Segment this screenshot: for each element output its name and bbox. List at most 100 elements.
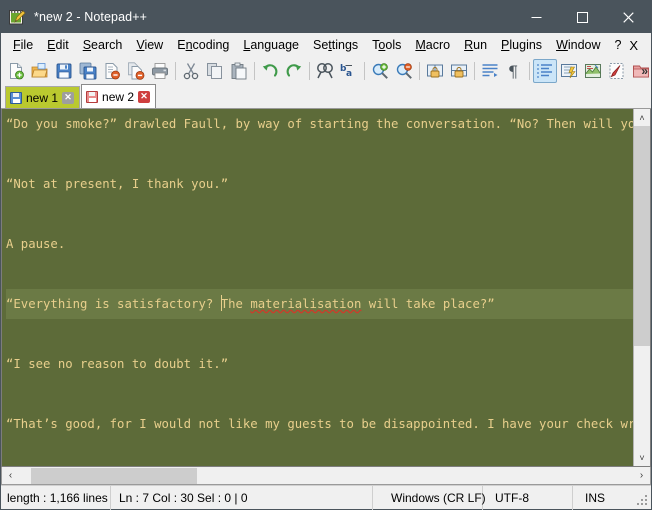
status-bar: length : 1,166 lines Ln : 7 Col : 30 Sel… — [1, 485, 651, 510]
editor-line[interactable] — [6, 319, 633, 349]
tab-bar: new 1 ✕ new 2 ✕ — [1, 84, 651, 109]
toolbar-separator — [254, 61, 255, 80]
tab-close-icon[interactable]: ✕ — [62, 91, 75, 104]
sync-vertical-scroll-icon[interactable] — [423, 59, 447, 83]
editor-text: A pause. — [6, 237, 66, 251]
close-document-icon[interactable] — [100, 59, 124, 83]
status-line-ending[interactable]: Windows (CR LF) — [373, 485, 486, 510]
resize-grip-icon[interactable] — [637, 495, 649, 507]
tab-new-1[interactable]: new 1 ✕ — [5, 86, 81, 108]
tab-close-icon[interactable]: ✕ — [138, 90, 151, 103]
find-icon[interactable] — [313, 59, 337, 83]
editor-line[interactable] — [6, 379, 633, 409]
tab-label: new 1 — [26, 90, 59, 105]
redo-icon[interactable] — [282, 59, 306, 83]
new-file-icon[interactable] — [4, 59, 28, 83]
menu-encoding[interactable]: Encoding — [170, 35, 236, 56]
toolbar-separator — [529, 61, 530, 80]
vertical-scroll-track[interactable] — [634, 126, 650, 449]
text-editor[interactable]: “Do you smoke?” drawled Faull, by way of… — [2, 109, 633, 466]
sync-horizontal-scroll-icon[interactable] — [447, 59, 471, 83]
editor-line[interactable]: “Not at present, I thank you.” — [6, 169, 633, 199]
undo-icon[interactable] — [258, 59, 282, 83]
open-file-icon[interactable] — [28, 59, 52, 83]
replace-icon[interactable]: b a — [337, 59, 361, 83]
menu-edit[interactable]: Edit — [40, 35, 76, 56]
title-bar: *new 2 - Notepad++ — [1, 1, 651, 33]
editor-text: The — [220, 297, 251, 311]
toolbar: b a ¶ » — [1, 57, 651, 84]
editor-line[interactable]: “Everything is satisfactory? The materia… — [6, 289, 633, 319]
word-wrap-icon[interactable] — [478, 59, 502, 83]
scroll-down-arrow-icon[interactable]: ˅ — [634, 449, 650, 466]
vertical-scroll-thumb[interactable] — [634, 126, 650, 346]
editor-text: “Do you smoke?” drawled Faull, by way of… — [6, 117, 633, 131]
save-icon[interactable] — [52, 59, 76, 83]
horizontal-scroll-thumb[interactable] — [31, 467, 198, 484]
menu-language[interactable]: Language — [236, 35, 306, 56]
function-list-icon[interactable] — [605, 59, 629, 83]
scroll-left-arrow-icon[interactable]: ‹ — [2, 468, 19, 484]
toolbar-separator — [474, 61, 475, 80]
editor-text: will take place?” — [361, 297, 495, 311]
paste-icon[interactable] — [227, 59, 251, 83]
scroll-up-arrow-icon[interactable]: ˄ — [634, 109, 650, 126]
horizontal-scrollbar[interactable]: ‹ › — [1, 467, 651, 485]
toolbar-separator — [175, 61, 176, 80]
menu-file[interactable]: File — [6, 35, 40, 56]
editor-text: “Everything is satisfactory? — [6, 297, 221, 311]
document-map-icon[interactable] — [581, 59, 605, 83]
menu-bar: File Edit Search View Encoding Language … — [1, 33, 651, 57]
minimize-button[interactable] — [513, 1, 559, 33]
toolbar-separator — [419, 61, 420, 80]
menu-settings[interactable]: Settings — [306, 35, 365, 56]
horizontal-scroll-track[interactable] — [19, 467, 633, 484]
zoom-in-icon[interactable] — [368, 59, 392, 83]
editor-line[interactable] — [6, 199, 633, 229]
status-encoding[interactable]: UTF-8 — [483, 485, 573, 510]
editor-line[interactable] — [6, 139, 633, 169]
tab-label: new 2 — [102, 89, 135, 104]
ui-highlight-icon[interactable] — [557, 59, 581, 83]
editor-area: “Do you smoke?” drawled Faull, by way of… — [1, 109, 651, 467]
close-button[interactable] — [605, 1, 651, 33]
menu-tools[interactable]: Tools — [365, 35, 408, 56]
editor-line[interactable]: “I see no reason to doubt it.” — [6, 349, 633, 379]
misspelled-word: materialisation — [250, 297, 362, 311]
menu-macro[interactable]: Macro — [408, 35, 457, 56]
editor-line[interactable]: “Do you smoke?” drawled Faull, by way of… — [6, 109, 633, 139]
notepad-plus-plus-window: *new 2 - Notepad++ File Edit Search View… — [0, 0, 652, 510]
print-icon[interactable] — [148, 59, 172, 83]
menu-plugins[interactable]: Plugins — [494, 35, 549, 56]
save-state-icon — [10, 91, 22, 104]
close-document-x-button[interactable]: X — [624, 36, 643, 55]
editor-text: “That’s good, for I would not like my gu… — [6, 417, 633, 431]
editor-line[interactable]: “That’s good, for I would not like my gu… — [6, 409, 633, 439]
save-state-icon — [86, 90, 99, 103]
show-all-characters-icon[interactable]: ¶ — [502, 59, 526, 83]
editor-line[interactable] — [6, 259, 633, 289]
indent-guide-icon[interactable] — [533, 58, 557, 83]
save-all-icon[interactable] — [76, 59, 100, 83]
copy-icon[interactable] — [203, 59, 227, 83]
scroll-right-arrow-icon[interactable]: › — [633, 468, 650, 484]
toolbar-separator — [309, 61, 310, 80]
cut-icon[interactable] — [179, 59, 203, 83]
close-all-documents-icon[interactable] — [124, 59, 148, 83]
status-position: Ln : 7 Col : 30 Sel : 0 | 0 — [111, 485, 373, 510]
editor-text: “Not at present, I thank you.” — [6, 177, 229, 191]
menu-search[interactable]: Search — [76, 35, 130, 56]
menu-window[interactable]: Window — [549, 35, 607, 56]
zoom-out-icon[interactable] — [392, 59, 416, 83]
menu-view[interactable]: View — [129, 35, 170, 56]
toolbar-overflow-button[interactable]: » — [641, 64, 648, 78]
editor-line[interactable]: A pause. — [6, 229, 633, 259]
window-controls — [513, 1, 651, 33]
editor-text: “I see no reason to doubt it.” — [6, 357, 229, 371]
toolbar-separator — [364, 61, 365, 80]
tab-new-2[interactable]: new 2 ✕ — [81, 84, 157, 108]
editor-line[interactable] — [6, 439, 633, 466]
menu-run[interactable]: Run — [457, 35, 494, 56]
vertical-scrollbar[interactable]: ˄ ˅ — [633, 109, 650, 466]
maximize-button[interactable] — [559, 1, 605, 33]
